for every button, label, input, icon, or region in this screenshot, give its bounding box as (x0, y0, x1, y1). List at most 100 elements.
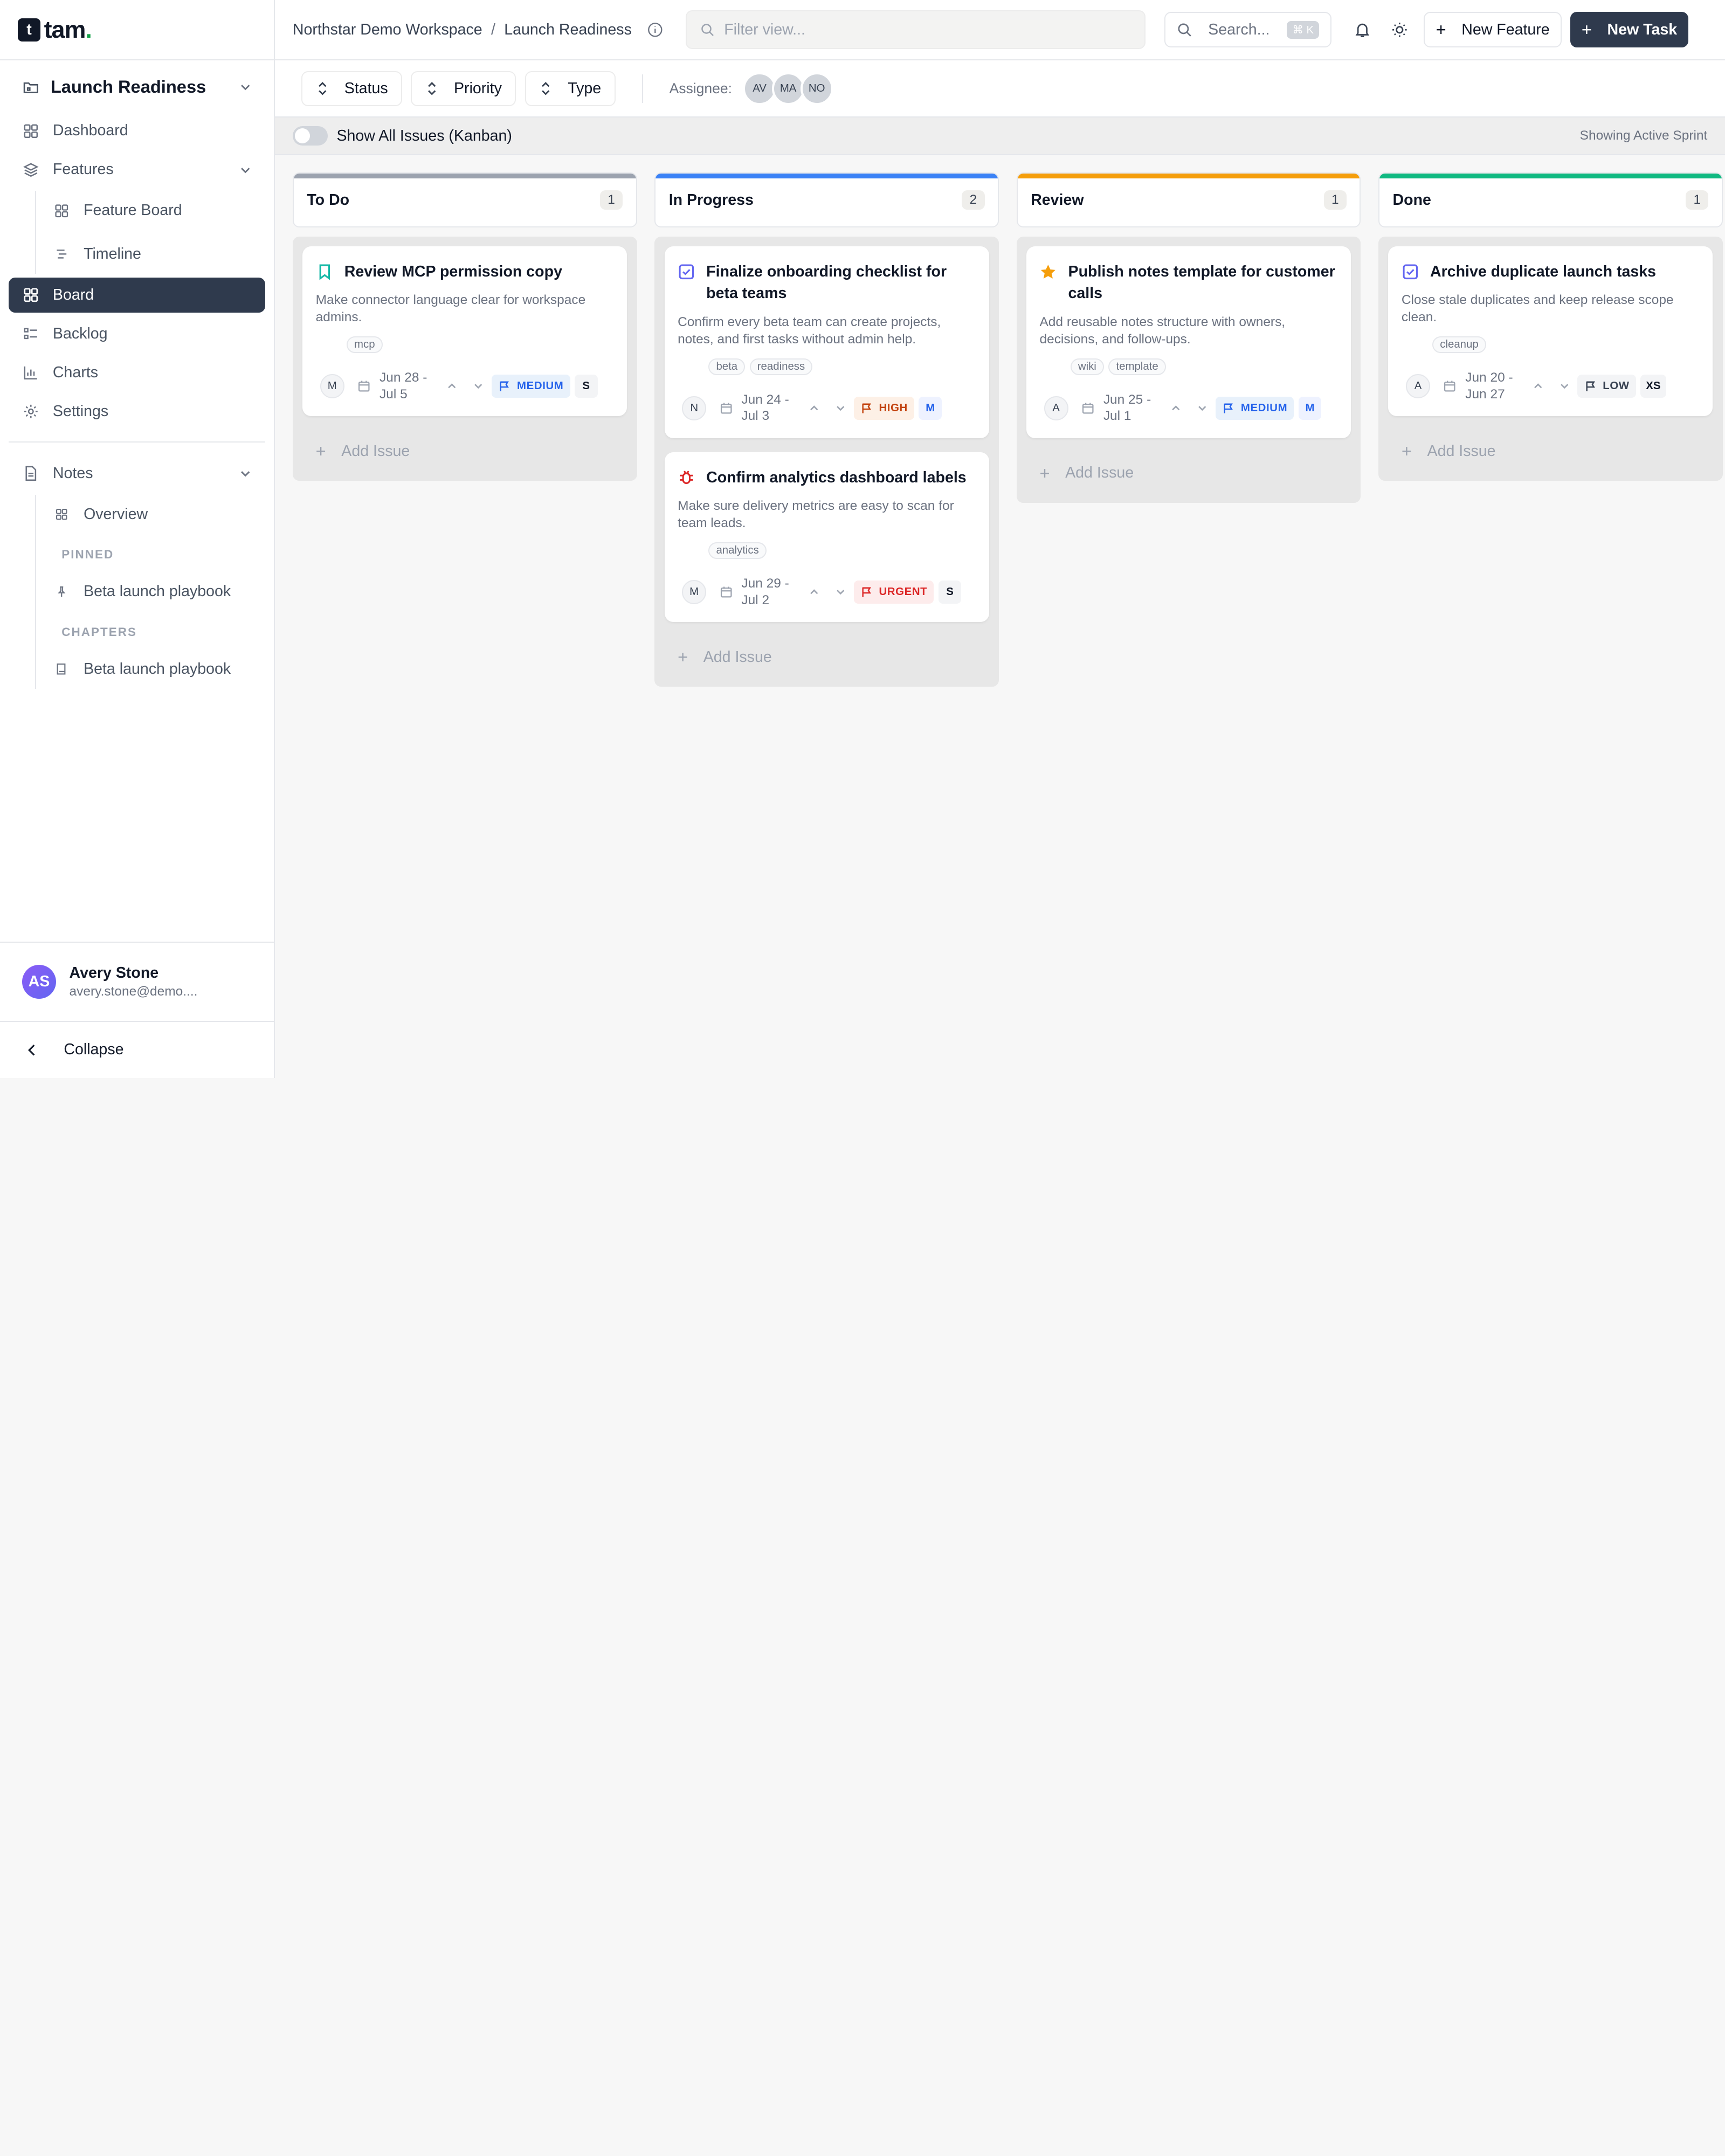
info-icon[interactable] (647, 22, 664, 38)
card-assignee-avatar[interactable]: A (1406, 374, 1430, 399)
move-down-icon[interactable] (834, 402, 847, 414)
sidebar-item-timeline[interactable]: Timeline (22, 234, 265, 273)
issue-card[interactable]: Finalize onboarding checklist for beta t… (664, 246, 989, 438)
priority-badge[interactable]: URGENT (853, 581, 934, 604)
sidebar-item-dashboard[interactable]: Dashboard (9, 113, 265, 148)
card-assignee-avatar[interactable]: N (682, 396, 707, 420)
grid-icon (53, 202, 71, 220)
breadcrumb-page[interactable]: Launch Readiness (504, 21, 632, 39)
size-badge[interactable]: S (938, 581, 962, 604)
main-area: Northstar Demo Workspace / Launch Readin… (275, 0, 1725, 1078)
type-filter[interactable]: Type (525, 71, 616, 106)
card-tag[interactable]: wiki (1070, 358, 1105, 376)
assignee-avatar[interactable]: MA (771, 72, 805, 105)
bell-icon (1354, 21, 1371, 39)
user-name: Avery Stone (69, 964, 159, 982)
kanban-column: To Do 1 Review MCP permission copy Make … (292, 172, 637, 1078)
breadcrumb: Northstar Demo Workspace / Launch Readin… (293, 21, 632, 39)
new-task-button[interactable]: + New Task (1570, 12, 1688, 47)
priority-label: LOW (1603, 380, 1630, 392)
flag-icon (860, 586, 872, 598)
theme-toggle-button[interactable] (1382, 12, 1417, 47)
sidebar-item-overview[interactable]: Overview (22, 495, 265, 534)
size-badge[interactable]: M (1298, 397, 1322, 420)
priority-filter[interactable]: Priority (411, 71, 516, 106)
project-switcher[interactable]: Launch Readiness (0, 60, 274, 113)
move-up-icon[interactable] (808, 402, 820, 414)
card-tag[interactable]: template (1108, 358, 1166, 376)
sidebar-item-chapter-playbook[interactable]: Beta launch playbook (22, 649, 265, 689)
sidebar-item-charts[interactable]: Charts (9, 355, 265, 390)
priority-badge[interactable]: MEDIUM (492, 375, 570, 398)
filter-view-field[interactable] (724, 20, 1131, 39)
card-tag[interactable]: beta (708, 358, 746, 376)
add-issue-button[interactable]: + Add Issue (1388, 430, 1713, 472)
card-assignee-avatar[interactable]: M (682, 580, 707, 605)
issue-card[interactable]: Publish notes template for customer call… (1026, 246, 1351, 438)
assignee-avatar[interactable]: NO (800, 72, 833, 105)
new-feature-button[interactable]: + New Feature (1424, 12, 1562, 47)
sidebar-item-notes[interactable]: Notes (9, 456, 265, 491)
sidebar-item-label: Overview (84, 505, 148, 523)
size-badge[interactable]: S (574, 375, 598, 398)
card-assignee-avatar[interactable]: M (320, 374, 344, 399)
sidebar-item-label: Backlog (52, 324, 108, 342)
move-up-icon[interactable] (1169, 402, 1182, 414)
add-issue-button[interactable]: + Add Issue (302, 430, 627, 472)
add-issue-button[interactable]: + Add Issue (665, 636, 989, 678)
status-filter[interactable]: Status (301, 71, 403, 106)
move-up-icon[interactable] (1531, 379, 1544, 392)
sidebar-item-feature-board[interactable]: Feature Board (22, 191, 265, 230)
plus-icon: + (1581, 19, 1592, 40)
card-title: Confirm analytics dashboard labels (706, 468, 967, 486)
assignee-avatar[interactable]: AV (743, 72, 776, 105)
issue-card[interactable]: Archive duplicate launch tasks Close sta… (1388, 246, 1713, 416)
card-tag[interactable]: readiness (749, 358, 813, 376)
kanban-column: Review 1 Publish notes template for cust… (1016, 172, 1361, 1078)
sidebar-item-settings[interactable]: Settings (9, 394, 265, 429)
move-down-icon[interactable] (834, 585, 847, 598)
size-badge[interactable]: XS (1640, 375, 1666, 398)
add-issue-label: Add Issue (703, 648, 772, 666)
card-tag[interactable]: analytics (708, 542, 767, 559)
add-issue-button[interactable]: + Add Issue (1026, 452, 1351, 494)
card-title: Publish notes template for customer call… (1068, 262, 1335, 302)
sidebar-item-label: Board (52, 286, 94, 303)
move-down-icon[interactable] (472, 379, 485, 392)
sort-icon (539, 81, 552, 96)
card-description: Make connector language clear for worksp… (315, 292, 586, 325)
checkbox-icon (1402, 263, 1419, 281)
timeline-icon (53, 245, 71, 263)
issue-card[interactable]: Confirm analytics dashboard labels Make … (664, 452, 989, 622)
collapse-button[interactable]: Collapse (0, 1020, 274, 1078)
search-icon (700, 22, 715, 38)
notifications-button[interactable] (1344, 12, 1379, 47)
column-header: Done 1 (1378, 172, 1723, 228)
move-up-icon[interactable] (808, 585, 820, 598)
card-assignee-avatar[interactable]: A (1044, 396, 1068, 420)
priority-filter-label: Priority (454, 79, 502, 97)
sidebar-item-label: Notes (52, 464, 93, 482)
sidebar-item-features[interactable]: Features (9, 152, 265, 187)
card-tag[interactable]: cleanup (1432, 336, 1486, 354)
priority-badge[interactable]: HIGH (853, 397, 915, 420)
priority-badge[interactable]: MEDIUM (1215, 397, 1294, 420)
user-profile[interactable]: AS Avery Stone avery.stone@demo.... (0, 941, 274, 1021)
move-down-icon[interactable] (1196, 402, 1209, 414)
issue-card[interactable]: Review MCP permission copy Make connecto… (302, 246, 627, 416)
sidebar-item-board[interactable]: Board (9, 277, 265, 313)
sidebar-item-pinned-playbook[interactable]: Beta launch playbook (22, 572, 265, 611)
priority-badge[interactable]: LOW (1577, 375, 1636, 398)
move-down-icon[interactable] (1558, 379, 1571, 392)
card-meta: A Jun 25 - Jul 1 MEDIUM M (1039, 392, 1337, 425)
card-tag[interactable]: mcp (346, 336, 383, 354)
search-button[interactable]: Search... ⌘ K (1164, 12, 1331, 47)
sidebar-item-backlog[interactable]: Backlog (9, 316, 265, 351)
move-up-icon[interactable] (445, 379, 458, 392)
layers-icon (22, 161, 40, 179)
logo[interactable]: t tam. (0, 0, 274, 61)
filter-view-input[interactable] (685, 10, 1146, 49)
size-badge[interactable]: M (919, 397, 942, 420)
breadcrumb-workspace[interactable]: Northstar Demo Workspace (293, 21, 482, 39)
show-all-issues-toggle[interactable] (292, 126, 328, 146)
